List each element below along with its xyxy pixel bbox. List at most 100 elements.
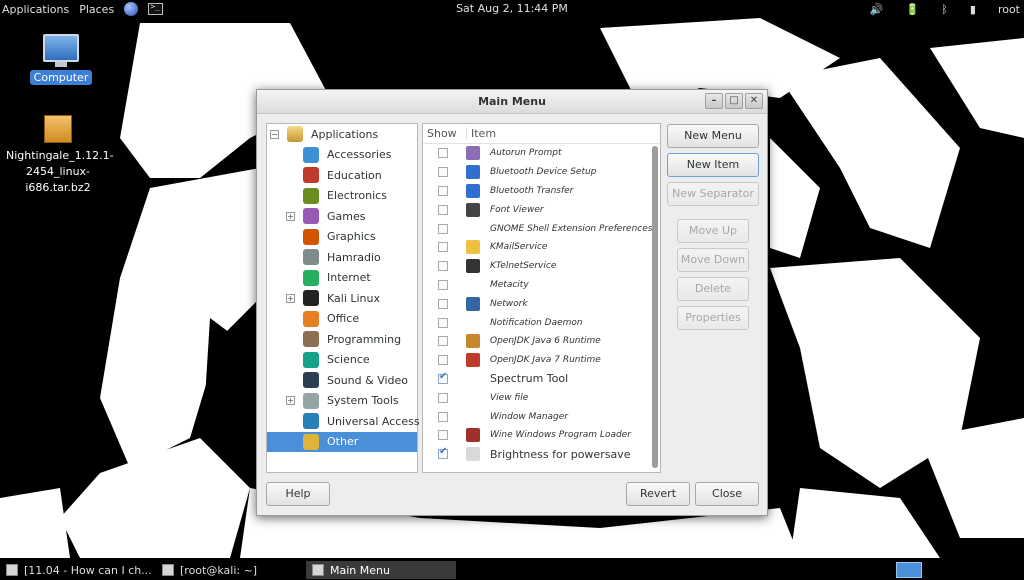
list-item[interactable]: KTelnetService [423, 257, 660, 276]
list-item[interactable]: Bluetooth Transfer [423, 182, 660, 201]
column-show[interactable]: Show [423, 127, 467, 140]
globe-icon[interactable] [124, 2, 139, 16]
show-checkbox[interactable] [438, 223, 448, 234]
dialog-titlebar[interactable]: Main Menu – □ ✕ [257, 90, 767, 114]
maximize-icon[interactable]: □ [725, 93, 743, 109]
category-hamradio[interactable]: Hamradio [267, 247, 417, 268]
taskbar-item[interactable]: Main Menu [306, 561, 456, 579]
category-programming[interactable]: Programming [267, 329, 417, 350]
scrollbar-thumb[interactable] [652, 146, 658, 468]
item-label: OpenJDK Java 7 Runtime [490, 355, 601, 366]
close-icon[interactable]: ✕ [745, 93, 763, 109]
list-item[interactable]: Notification Daemon [423, 313, 660, 332]
category-icon [303, 249, 319, 266]
category-icon [303, 433, 319, 450]
move-down-button[interactable]: Move Down [677, 248, 749, 272]
show-checkbox[interactable] [438, 317, 448, 328]
category-graphics[interactable]: Graphics [267, 227, 417, 248]
bluetooth-icon[interactable]: ᛒ [941, 3, 948, 16]
list-item[interactable]: Font Viewer [423, 200, 660, 219]
collapse-icon[interactable]: − [270, 129, 279, 139]
new-menu-button[interactable]: New Menu [667, 124, 759, 148]
list-item[interactable]: OpenJDK Java 7 Runtime [423, 351, 660, 370]
category-accessories[interactable]: Accessories [267, 145, 417, 166]
delete-button[interactable]: Delete [677, 277, 749, 301]
list-item[interactable]: GNOME Shell Extension Preferences [423, 219, 660, 238]
taskbar-item[interactable]: [11.04 - How can I ch... [0, 561, 152, 579]
revert-button[interactable]: Revert [626, 482, 690, 506]
show-checkbox[interactable] [438, 430, 448, 441]
terminal-icon[interactable] [148, 2, 164, 15]
show-checkbox[interactable] [438, 242, 448, 253]
show-checkbox[interactable] [438, 392, 448, 403]
show-checkbox[interactable] [438, 167, 448, 178]
list-item[interactable]: View file [423, 388, 660, 407]
list-item[interactable]: Brightness for powersave [423, 445, 660, 464]
show-checkbox[interactable] [438, 148, 448, 159]
expand-icon[interactable]: + [286, 211, 295, 221]
list-item[interactable]: Autorun Prompt [423, 144, 660, 163]
show-checkbox[interactable] [438, 336, 448, 347]
new-separator-button[interactable]: New Separator [667, 182, 759, 206]
expand-icon[interactable]: + [286, 293, 295, 303]
category-electronics[interactable]: Electronics [267, 186, 417, 207]
show-checkbox[interactable] [438, 371, 448, 384]
category-sound-video[interactable]: Sound & Video [267, 370, 417, 391]
help-button[interactable]: Help [266, 482, 330, 506]
show-checkbox[interactable] [438, 261, 448, 272]
close-button[interactable]: Close [695, 482, 759, 506]
applications-menu[interactable]: Applications [2, 3, 69, 16]
category-system-tools[interactable]: + System Tools [267, 391, 417, 412]
network-icon[interactable]: ▮ [970, 3, 976, 16]
move-up-button[interactable]: Move Up [677, 219, 749, 243]
category-icon [303, 167, 319, 184]
volume-icon[interactable]: 🔊 [870, 3, 884, 16]
show-checkbox[interactable] [438, 298, 448, 309]
taskbar-item[interactable]: [root@kali: ~] [156, 561, 304, 579]
category-label: Science [327, 353, 370, 367]
show-checkbox[interactable] [438, 279, 448, 290]
new-item-button[interactable]: New Item [667, 153, 759, 177]
list-item[interactable]: KMailService [423, 238, 660, 257]
tree-root-applications[interactable]: − Applications [267, 124, 417, 145]
workspace-switcher[interactable] [896, 562, 922, 578]
list-item[interactable]: Bluetooth Device Setup [423, 163, 660, 182]
category-office[interactable]: Office [267, 309, 417, 330]
list-item[interactable]: Metacity [423, 276, 660, 295]
item-label: KTelnetService [490, 261, 557, 272]
show-checkbox[interactable] [438, 355, 448, 366]
show-checkbox[interactable] [438, 411, 448, 422]
item-label: GNOME Shell Extension Preferences [490, 223, 653, 234]
user-menu[interactable]: root [998, 3, 1020, 16]
list-item[interactable]: Spectrum Tool [423, 370, 660, 389]
item-list[interactable]: Show Item Autorun Prompt Bluetooth Device… [422, 123, 661, 473]
item-list-scrollbar[interactable] [652, 146, 658, 468]
category-science[interactable]: Science [267, 350, 417, 371]
list-item[interactable]: OpenJDK Java 6 Runtime [423, 332, 660, 351]
list-item[interactable]: Wine Windows Program Loader [423, 426, 660, 445]
category-icon [303, 331, 319, 348]
item-icon [466, 410, 480, 424]
clock[interactable]: Sat Aug 2, 11:44 PM [456, 2, 568, 15]
battery-icon[interactable]: 🔋 [906, 3, 920, 16]
show-checkbox[interactable] [438, 446, 448, 460]
category-universal-access[interactable]: Universal Access [267, 411, 420, 432]
expand-icon[interactable]: + [286, 396, 295, 406]
desktop-icon-computer[interactable]: Computer [30, 34, 92, 85]
minimize-icon[interactable]: – [705, 93, 723, 109]
list-item[interactable]: Window Manager [423, 407, 660, 426]
places-menu[interactable]: Places [79, 3, 114, 16]
category-kali-linux[interactable]: + Kali Linux [267, 288, 417, 309]
show-checkbox[interactable] [438, 185, 448, 196]
category-internet[interactable]: Internet [267, 268, 417, 289]
properties-button[interactable]: Properties [677, 306, 749, 330]
item-icon [466, 334, 480, 349]
desktop-icon-archive[interactable]: Nightingale_1.12.1-2454_linux-i686.tar.b… [6, 115, 114, 196]
category-education[interactable]: Education [267, 165, 417, 186]
category-other[interactable]: Other [267, 431, 417, 452]
category-games[interactable]: + Games [267, 206, 417, 227]
column-item[interactable]: Item [467, 127, 496, 140]
category-tree[interactable]: − Applications Accessories Education Elect… [266, 123, 420, 473]
show-checkbox[interactable] [438, 204, 448, 215]
list-item[interactable]: Network [423, 294, 660, 313]
